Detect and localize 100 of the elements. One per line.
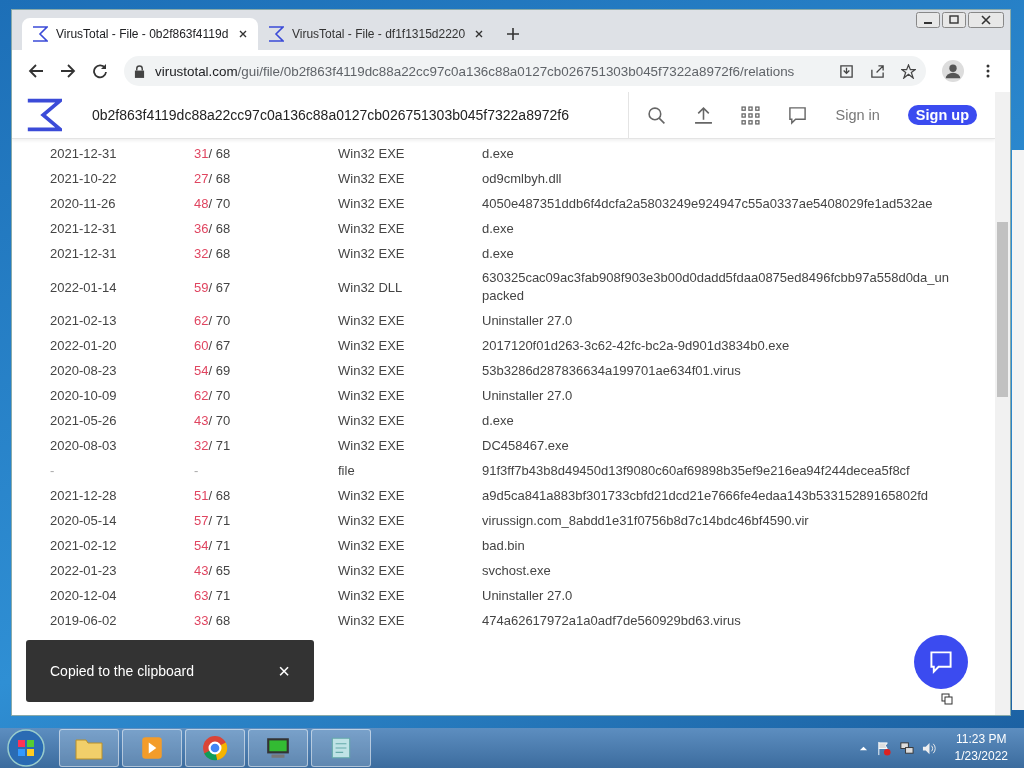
date-cell-text: 2022-01-14 (50, 279, 118, 295)
date-cell-text: 2020-12-04 (50, 588, 118, 603)
detections-cell-text: 59/ 67 (194, 279, 232, 295)
file-name-link[interactable]: d.exe (482, 216, 952, 241)
sign-up-button[interactable]: Sign up (907, 105, 977, 125)
file-type-cell-text: Win32 EXE (338, 438, 406, 453)
file-name-link[interactable]: a9d5ca841a883bf301733cbfd21dcd21e7666fe4edaa143b53315289165802fd (482, 483, 952, 508)
taskbar-button[interactable] (248, 729, 308, 767)
date-cell-text: 2020-08-23 (50, 363, 118, 378)
share-icon[interactable] (870, 63, 885, 79)
date-cell-text: 2021-02-13 (50, 313, 118, 328)
detections-cell-text: 57/ 71 (194, 513, 232, 528)
file-type-cell-text: Win32 EXE (338, 313, 406, 328)
file-name-link[interactable]: Uninstaller 27.0 (482, 583, 952, 608)
file-name-link[interactable]: 2017120f01d263-3c62-42fc-bc2a-9d901d3834b0.exe (482, 333, 952, 358)
search-icon[interactable] (647, 105, 667, 125)
chat-button[interactable] (914, 635, 968, 689)
file-type-cell-text: Win32 EXE (338, 338, 406, 353)
file-type-cell-text: Win32 EXE (338, 588, 406, 603)
file-type-cell-text: Win32 EXE (338, 171, 406, 186)
search-field[interactable]: 0b2f863f4119dc88a22cc97c0a136c88a0127cb026751303b045f7322a8972f6 (78, 92, 630, 138)
browser-tab[interactable]: VirusTotal - File - 0b2f863f4119d (22, 18, 258, 50)
detections-cell-text: 48/ 70 (194, 196, 232, 211)
star-icon[interactable] (901, 63, 916, 79)
profile-icon[interactable] (942, 60, 964, 82)
file-name-link[interactable]: Uninstaller 27.0 (482, 383, 952, 408)
date-cell-text: 2021-12-31 (50, 221, 118, 236)
file-type-cell-text: Win32 EXE (338, 538, 406, 553)
clock[interactable]: 11:23 PM 1/23/2022 (954, 731, 1008, 765)
sigma-logo-icon[interactable] (26, 98, 62, 132)
file-type-cell-text: Win32 EXE (338, 388, 406, 403)
detections-cell-text: 32/ 71 (194, 438, 232, 453)
date-cell-text: 2021-12-28 (50, 488, 118, 503)
file-name-link[interactable]: od9cmlbyh.dll (482, 166, 952, 191)
lock-icon (134, 64, 145, 78)
minimize-icon[interactable] (916, 12, 940, 28)
date-cell-text: 2020-05-14 (50, 513, 118, 528)
detections-cell-text: 60/ 67 (194, 338, 232, 353)
date-cell-text: 2022-01-20 (50, 338, 118, 353)
sign-in-link[interactable]: Sign in (835, 107, 880, 123)
date-cell-text: - (50, 463, 56, 478)
network-icon[interactable] (898, 740, 914, 756)
browser-tab[interactable]: VirusTotal - File - df1f1315d2220 (258, 18, 494, 50)
file-name-link[interactable]: 474a62617972a1a0adf7de560929bd63.virus (482, 608, 952, 633)
date-cell-text: 2021-12-31 (50, 146, 118, 161)
clock-time: 11:23 PM (956, 731, 1007, 748)
detections-cell-text: 43/ 65 (194, 563, 232, 578)
flag-icon[interactable] (875, 740, 891, 756)
file-name-link[interactable]: 53b3286d287836634a199701ae634f01.virus (482, 358, 952, 383)
date-cell-text: 2020-08-03 (50, 438, 118, 453)
taskbar-button[interactable] (185, 729, 245, 767)
file-type-cell-text: Win32 EXE (338, 413, 406, 428)
file-type-cell-text: Win32 EXE (338, 196, 406, 211)
toast-message: Copied to the clipboard (50, 663, 194, 679)
copy-icon[interactable] (941, 693, 953, 705)
close-icon[interactable] (968, 12, 1004, 28)
file-name-link[interactable]: svchost.exe (482, 558, 952, 583)
date-cell-text: 2020-10-09 (50, 388, 118, 403)
sigma-logo-icon (32, 26, 48, 42)
file-name-link[interactable]: DC458467.exe (482, 433, 952, 458)
apps-grid-icon[interactable] (741, 105, 761, 125)
detections-cell-text: 62/ 70 (194, 313, 232, 328)
chat-icon[interactable] (788, 105, 808, 125)
download-icon[interactable] (839, 63, 854, 79)
file-type-cell-text: Win32 EXE (338, 613, 406, 628)
file-type-cell-text: Win32 EXE (338, 246, 406, 261)
file-name-link[interactable]: virussign.com_8abdd1e31f0756b8d7c14bdc46bf4590.vir (482, 508, 952, 533)
clock-date: 1/23/2022 (954, 748, 1008, 765)
close-icon[interactable] (238, 29, 248, 39)
file-type-cell-text: Win32 EXE (338, 363, 406, 378)
detections-cell-text: 32/ 68 (194, 246, 232, 261)
back-arrow-icon[interactable] (28, 63, 44, 79)
file-name-link[interactable]: d.exe (482, 241, 952, 266)
file-name-link[interactable]: d.exe (482, 141, 952, 166)
monitor-icon (264, 735, 292, 761)
file-type-cell-text: Win32 EXE (338, 488, 406, 503)
file-name-link[interactable]: bad.bin (482, 533, 952, 558)
maximize-icon[interactable] (942, 12, 966, 28)
file-name-link[interactable]: 630325cac09ac3fab908f903e3b00d0dadd5fdaa0875ed8496fcbb97a558d0da_unpacked (482, 266, 952, 308)
date-cell-text: 2021-12-31 (50, 246, 118, 261)
volume-icon[interactable] (921, 740, 937, 756)
date-cell-text: 2020-11-26 (50, 196, 117, 211)
file-name-link[interactable]: d.exe (482, 408, 952, 433)
reload-icon[interactable] (92, 63, 108, 79)
detections-cell-text: 63/ 71 (194, 588, 232, 603)
forward-arrow-icon[interactable] (60, 63, 76, 79)
detections-cell-text: 43/ 70 (194, 413, 232, 428)
close-icon[interactable] (474, 29, 484, 39)
start-button[interactable] (6, 728, 46, 768)
address-bar[interactable]: virustotal.com/gui/file/0b2f863f4119dc88a22cc97c0a136c88a0127cb026751303b045f7322a8972f6/relations (124, 56, 926, 86)
new-tab-icon[interactable] (506, 27, 520, 41)
file-name-link[interactable]: Uninstaller 27.0 (482, 308, 952, 333)
browser-icon (201, 735, 229, 761)
detections-cell-text: 33/ 68 (194, 613, 232, 628)
file-name-link[interactable]: 4050e487351ddb6f4dcfa2a5803249e924947c55a0337ae5408029fe1ad532ae (482, 191, 952, 216)
close-button[interactable]: × (278, 659, 290, 683)
upload-icon[interactable] (694, 105, 714, 125)
scrollbar[interactable] (995, 92, 1010, 715)
file-name-link[interactable]: 91f3ff7b43b8d49450d13f9080c60af69898b35ef9e216ea94f244decea5f8cf (482, 458, 952, 483)
date-cell-text: 2021-10-22 (50, 171, 118, 186)
